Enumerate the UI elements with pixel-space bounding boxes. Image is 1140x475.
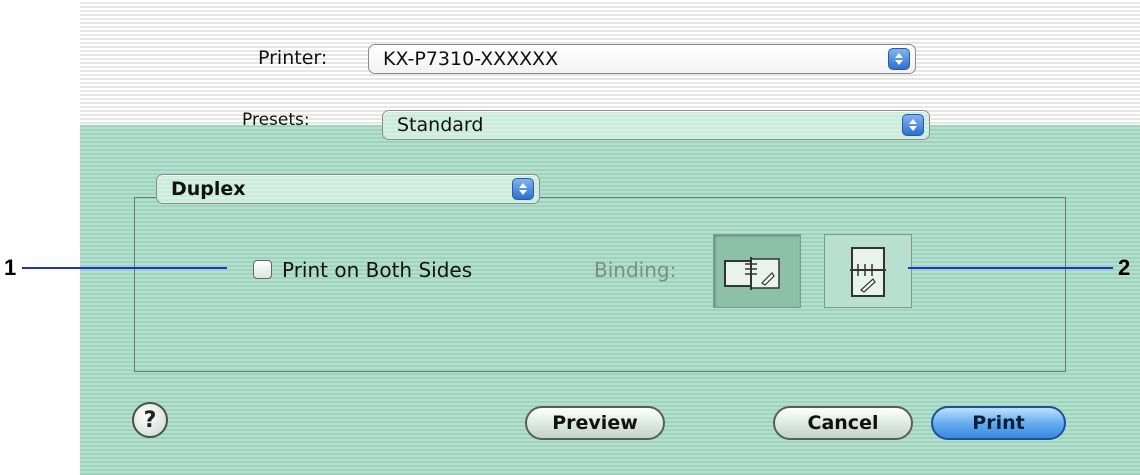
callout-number-right: 2 <box>1118 255 1131 280</box>
preview-button[interactable]: Preview <box>525 406 665 440</box>
presets-value: Standard <box>397 114 484 136</box>
short-edge-binding-icon <box>825 247 913 313</box>
presets-label: Presets: <box>242 110 310 130</box>
binding-label: Binding: <box>594 258 677 282</box>
print-both-sides-label[interactable]: Print on Both Sides <box>282 258 472 282</box>
printer-popup[interactable]: KX-P7310-XXXXXX <box>368 44 916 74</box>
print-button[interactable]: Print <box>931 406 1066 440</box>
up-down-arrows-icon <box>512 178 534 200</box>
printer-label: Printer: <box>258 47 328 69</box>
print-dialog: Printer: KX-P7310-XXXXXX Presets: Standa… <box>0 0 1140 475</box>
print-both-sides-checkbox[interactable] <box>253 260 272 279</box>
callout-line-left <box>22 267 227 269</box>
duplex-group-box <box>134 197 1066 372</box>
cancel-button[interactable]: Cancel <box>773 406 913 440</box>
long-edge-binding-button[interactable] <box>713 234 801 308</box>
callout-line-right <box>908 267 1113 269</box>
printer-value: KX-P7310-XXXXXX <box>383 48 559 70</box>
panel-selector-popup[interactable]: Duplex <box>156 174 540 204</box>
presets-popup[interactable]: Standard <box>382 110 930 140</box>
up-down-arrows-icon <box>902 114 924 136</box>
up-down-arrows-icon <box>888 48 910 70</box>
callout-number-left: 1 <box>4 255 17 280</box>
help-button[interactable]: ? <box>132 402 168 438</box>
long-edge-binding-icon <box>714 257 802 313</box>
panel-selector-value: Duplex <box>171 178 246 200</box>
short-edge-binding-button[interactable] <box>824 234 912 308</box>
